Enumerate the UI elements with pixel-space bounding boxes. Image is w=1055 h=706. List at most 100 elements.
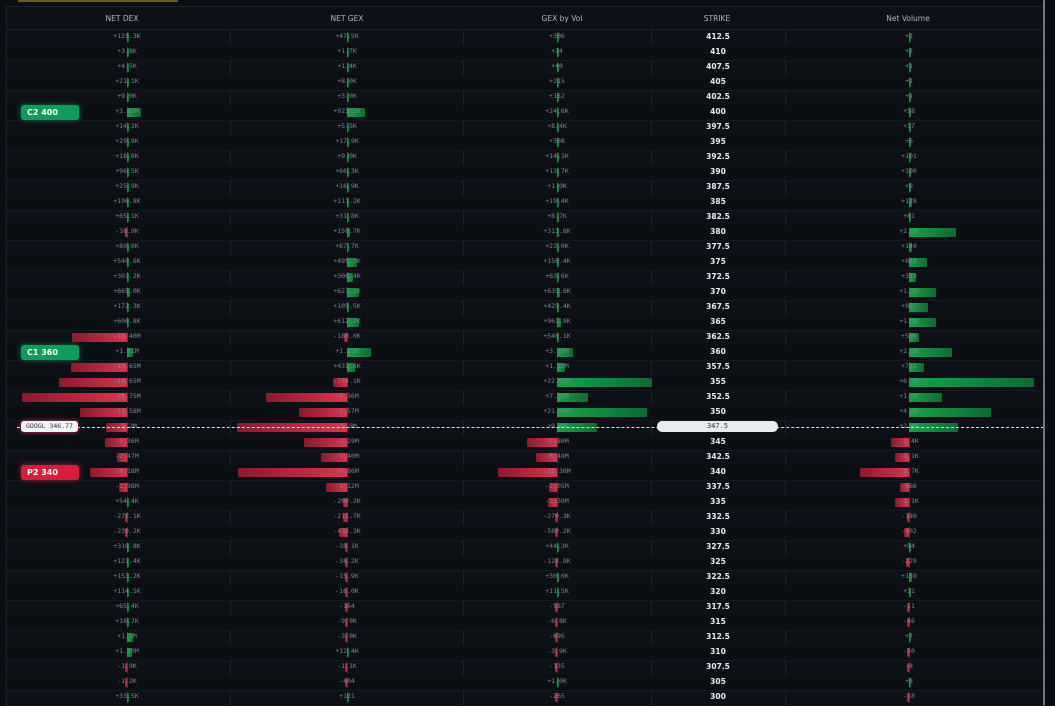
table-row[interactable]: -1.98M -1.12M -2.05M -666 337.5 — [7, 480, 1044, 496]
table-row[interactable]: -1.2K -404 +1.0K +8 305 — [7, 675, 1044, 691]
call-level-badge[interactable]: C2 400 — [21, 105, 79, 120]
vol-value: +1 — [905, 77, 913, 85]
dex-value: +65.1K — [115, 212, 139, 220]
table-row[interactable]: +3.65M +923.5K +24.6K +58 400 — [7, 105, 1044, 121]
strike-value: 395 — [710, 137, 726, 146]
table-row[interactable]: +1.20M +12.4K -3.9K -50 310 — [7, 645, 1044, 661]
dex-value: +172.3K — [113, 302, 141, 310]
strike-value: 397.5 — [706, 122, 730, 131]
header-gex-by-vol[interactable]: GEX by Vol — [517, 14, 607, 23]
table-row[interactable]: +18.6K +9.0K +14.1K +101 392.5 — [7, 150, 1044, 166]
table-row[interactable]: +33.5K +121 -265 -18 300 — [7, 690, 1044, 706]
dex-value: +3.8K — [117, 47, 137, 55]
strike-value: 372.5 — [706, 272, 730, 281]
header-net-gex[interactable]: NET GEX — [302, 14, 392, 23]
vol-value: +1.6K — [899, 392, 919, 400]
dex-value: +121.4K — [113, 557, 141, 565]
vol-value: +751 — [901, 362, 917, 370]
table-row[interactable]: +54.4K -209.2K -2.30M -1.1K 335 — [7, 495, 1044, 511]
table-row[interactable]: +4.5K +1.4K +40 +1 407.5 — [7, 60, 1044, 76]
strike-value: 322.5 — [706, 572, 730, 581]
table-row[interactable]: +3.8K +1.7K +24 +2 410 — [7, 45, 1044, 61]
table-row[interactable]: +153.2K -15.9K +30.0K +159 322.5 — [7, 570, 1044, 586]
dex-value: -13.40M — [113, 332, 141, 340]
table-row[interactable]: -239.2K -433.3K -580.2K -402 330 — [7, 525, 1044, 541]
scrollbar-edge[interactable] — [1043, 0, 1045, 705]
table-row[interactable]: +540.6K +495.3K +150.4K +854 375 — [7, 255, 1044, 271]
gexvol-value: +425.4K — [543, 302, 571, 310]
dex-value: -1.2K — [117, 677, 137, 685]
table-row[interactable]: +80.0K +67.7K +23.0K +140 377.5 — [7, 240, 1044, 256]
vol-value: +94 — [903, 542, 915, 550]
table-row[interactable]: -5.2M -5.9M +9.4M +2.4K 347.5 — [7, 420, 1044, 436]
gex-value: +111.2K — [333, 197, 361, 205]
table-row[interactable]: +121.4K -38.2K -128.8K -229 325 — [7, 555, 1044, 571]
table-row[interactable]: -1.9K -1.1K -135 -8 307.5 — [7, 660, 1044, 676]
table-row[interactable]: +310.8K -38.1K +44.3K +94 327.5 — [7, 540, 1044, 556]
gex-value: +47.5K — [335, 32, 359, 40]
table-row[interactable]: +14.3K +5.5K +8.4K +37 397.5 — [7, 120, 1044, 136]
table-row[interactable]: +29.9K +17.9K +308 +6 395 — [7, 135, 1044, 151]
table-row[interactable]: +301.2K +300.4K +63.6K +319 372.5 — [7, 270, 1044, 286]
vol-value: +1.3K — [899, 287, 919, 295]
strike-value: 312.5 — [706, 632, 730, 641]
gex-value: +5.5K — [337, 122, 357, 130]
header-net-dex[interactable]: NET DEX — [77, 14, 167, 23]
table-row[interactable]: +196.8K +111.2K +19.4K +128 385 — [7, 195, 1044, 211]
table-row[interactable]: +114.5K -16.0K +11.5K +31 320 — [7, 585, 1044, 601]
strike-value: 345 — [710, 437, 726, 446]
dex-value: -38.9K — [115, 227, 139, 235]
dex-value: +665.0K — [113, 287, 141, 295]
gexvol-value: -6.8K — [547, 617, 567, 625]
table-row[interactable]: +18.7K -9.9K -6.8K -46 315 — [7, 615, 1044, 631]
table-row[interactable]: -13.40M -180.0K +546.1K +508 362.5 — [7, 330, 1044, 346]
gex-value: +495.3K — [333, 257, 361, 265]
table-row[interactable]: +665.0K +627.3K +635.6K +1.3K 370 — [7, 285, 1044, 301]
vol-value: +319 — [901, 272, 917, 280]
gex-value: -38.2K — [335, 557, 359, 565]
gexvol-value: -2.30M — [545, 497, 569, 505]
table-row[interactable]: +9.0K +3.0K +152 +1 402.5 — [7, 90, 1044, 106]
put-level-badge[interactable]: P2 340 — [21, 465, 79, 480]
table-row[interactable]: -16.65M -774.1K +22.05M +6.1K 355 — [7, 375, 1044, 391]
table-row[interactable]: +25.9K +16.9K +1.0K +9 387.5 — [7, 180, 1044, 196]
gexvol-value: +8.7K — [547, 212, 567, 220]
table-row[interactable]: +21.1K +8.0K +215 +1 405 — [7, 75, 1044, 91]
gex-value: +66.3K — [335, 167, 359, 175]
table-row[interactable]: -9.18M -5.86M -15.30M -3.7K 340 — [7, 465, 1044, 481]
table-row[interactable]: -272.1K -211.7K -270.3K -189 332.5 — [7, 510, 1044, 526]
vol-value: +128 — [901, 197, 917, 205]
table-row[interactable]: +96.5K +66.3K +13.7K +100 390 — [7, 165, 1044, 181]
table-row[interactable]: -5.36M -2.29M -7.80M -1.4K 345 — [7, 435, 1044, 451]
gex-value: -1.12M — [335, 482, 359, 490]
vol-value: +854 — [901, 257, 917, 265]
dex-value: -1.98M — [115, 482, 139, 490]
table-row[interactable]: -13.65M +431.6K +1.92M +751 357.5 — [7, 360, 1044, 376]
table-row[interactable]: +1.51M +1.23M +3.70M +2.1K 360 — [7, 345, 1044, 361]
table-row[interactable]: -11.58M -2.57M +21.00M +4.0K 350 — [7, 405, 1044, 421]
strike-value: 367.5 — [706, 302, 730, 311]
header-net-volume[interactable]: Net Volume — [863, 14, 953, 23]
strike-value: 400 — [710, 107, 726, 116]
call-level-badge[interactable]: C1 360 — [21, 345, 79, 360]
dex-value: +3.65M — [115, 107, 139, 115]
table-row[interactable]: -38.9K +150.7K +313.8K +2.3K 380 — [7, 225, 1044, 241]
dex-value: -239.2K — [113, 527, 141, 535]
gexvol-value: +44.3K — [545, 542, 569, 550]
strike-value: 410 — [710, 47, 726, 56]
gexvol-value: +24 — [551, 47, 563, 55]
table-row[interactable]: +65.1K +31.8K +8.7K +81 382.5 — [7, 210, 1044, 226]
table-row[interactable]: +1.5M -3.0K -695 +7 312.5 — [7, 630, 1044, 646]
table-row[interactable]: -2.47M -1.40M -5.48M -1.1K 342.5 — [7, 450, 1044, 466]
header-strike[interactable]: STRIKE — [672, 14, 762, 23]
vol-value: +1.3K — [899, 317, 919, 325]
strike-value: 402.5 — [706, 92, 730, 101]
gexvol-value: +546.1K — [543, 332, 571, 340]
vol-value: +37 — [903, 122, 915, 130]
table-row[interactable]: -25.75M -4.36M +7.30M +1.6K 352.5 — [7, 390, 1044, 406]
vol-value: -189 — [901, 512, 917, 520]
table-row[interactable]: +65.4K -164 -587 -11 317.5 — [7, 600, 1044, 616]
table-row[interactable]: +600.8K +612.7K +961.8K +1.3K 365 — [7, 315, 1044, 331]
table-row[interactable]: +125.3K +47.5K +306 +2 412.5 — [7, 30, 1044, 46]
table-row[interactable]: +172.3K +105.5K +425.4K +937 367.5 — [7, 300, 1044, 316]
